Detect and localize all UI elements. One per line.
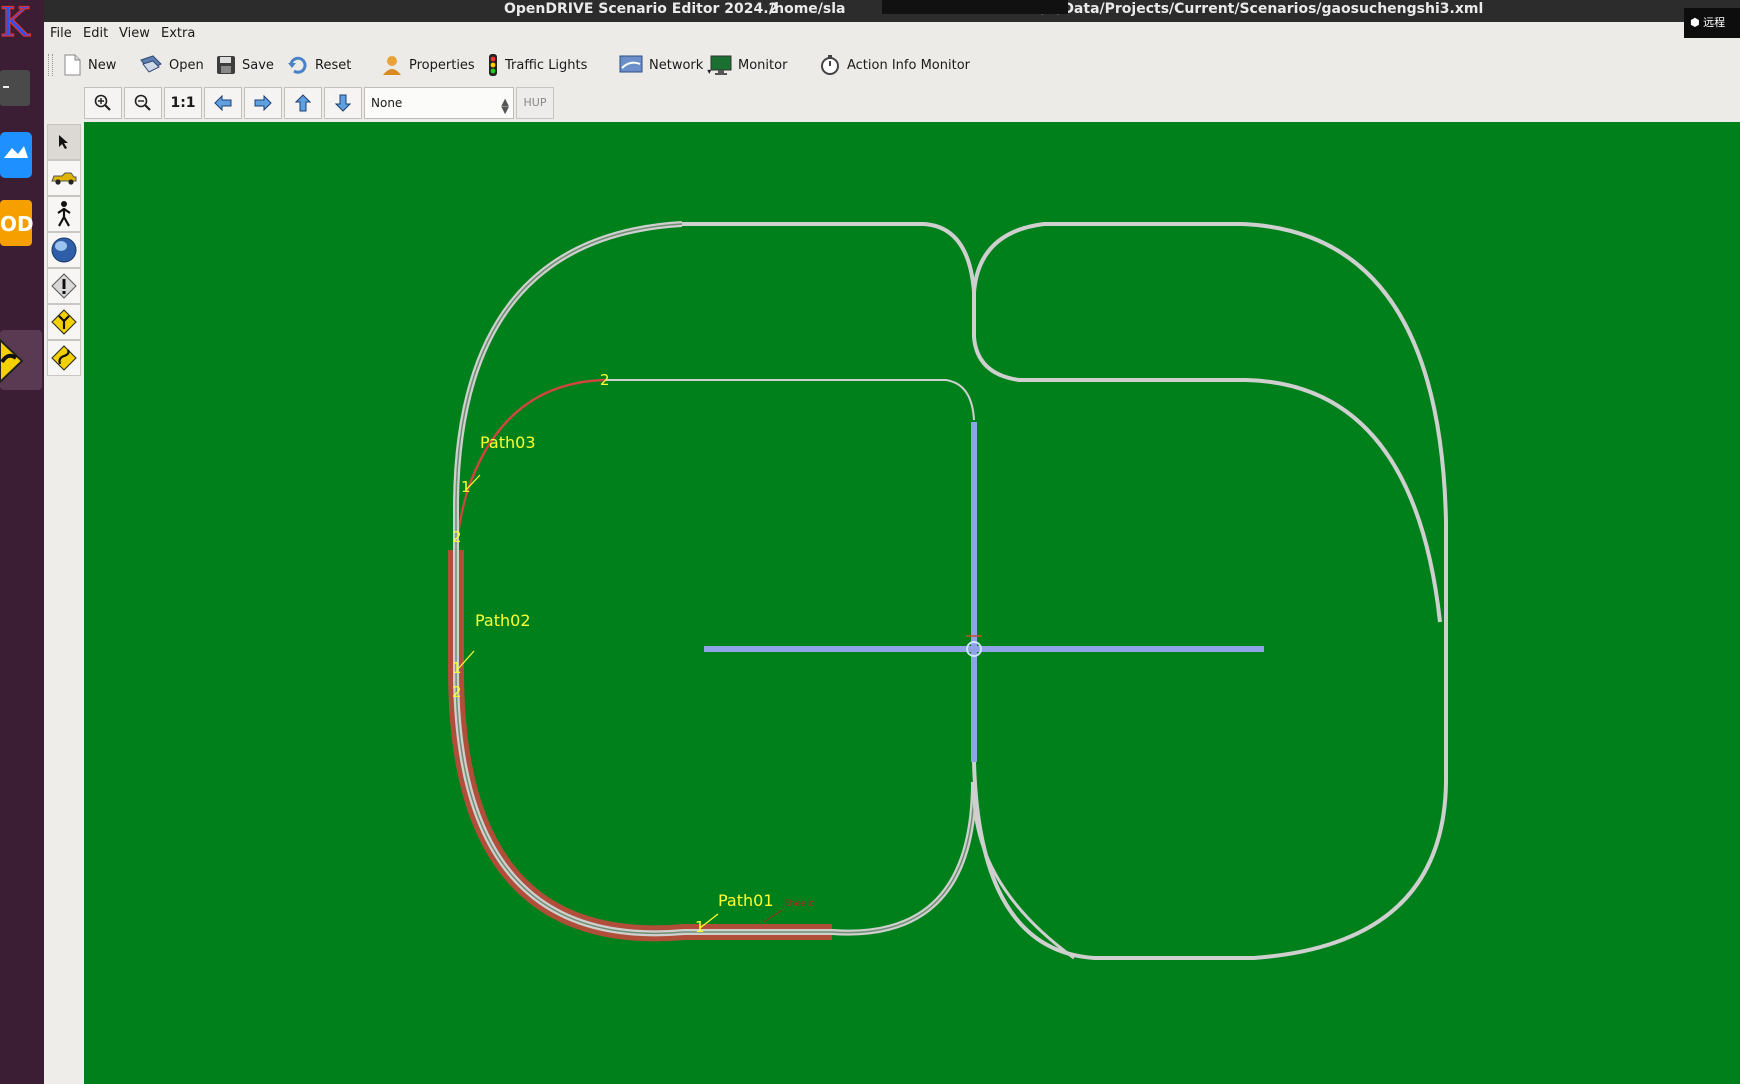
menu-view[interactable]: View [119, 26, 150, 41]
network-button[interactable]: Network ▾ [615, 52, 715, 78]
remote-badge[interactable]: ⬢ 远程 [1684, 8, 1740, 38]
window-title-bar: OpenDRIVE Scenario Editor 2024.2 /home/s… [44, 0, 1740, 38]
warning-tool-button[interactable] [47, 268, 81, 304]
pan-down-button[interactable] [324, 87, 362, 119]
action-info-monitor-label: Action Info Monitor [847, 57, 970, 73]
scenario-canvas[interactable]: 2 Path03 1 2 Path02 1 2 Path01 1 Eheelo [84, 122, 1740, 1084]
path02-end-marker-a: 2 [452, 528, 462, 546]
active-editor-launcher-icon[interactable] [0, 330, 44, 392]
zoom-reset-button[interactable]: 1:1 [164, 87, 202, 119]
app-launcher-icon[interactable]: K [0, 0, 44, 47]
navigation-toolbar: 1:1 None ▲ ▼ HUP [44, 84, 1740, 122]
path02-start-marker: 1 [452, 659, 462, 677]
save-label: Save [242, 57, 274, 73]
stopwatch-icon [821, 55, 839, 75]
svg-text:K: K [0, 0, 31, 44]
tool-palette [44, 122, 85, 1084]
path01-start-marker: 1 [695, 918, 705, 936]
entity-marker-label[interactable]: Eheelo [784, 899, 815, 909]
main-toolbar: New Open Save Reset Properties Traffic L… [44, 46, 1740, 85]
reset-button[interactable]: Reset [283, 52, 355, 78]
file-path: /home/sla n/../Data/Projects/Current/Scen… [769, 1, 1484, 17]
path02-label[interactable]: Path02 [475, 611, 531, 630]
path02-end-marker-b: 2 [452, 683, 462, 701]
curve-sign-icon [51, 345, 77, 371]
select-tool-button[interactable] [47, 124, 81, 160]
globe-icon [51, 237, 77, 263]
entity-select-value: None [371, 96, 403, 110]
save-button[interactable]: Save [212, 52, 278, 78]
save-icon [217, 56, 235, 74]
pan-left-button[interactable] [204, 87, 242, 119]
properties-icon [383, 56, 401, 75]
new-button[interactable]: New [58, 52, 120, 78]
curve-tool-button[interactable] [47, 340, 81, 376]
reset-label: Reset [315, 57, 352, 73]
path03-start-marker: 1 [461, 478, 471, 496]
action-info-monitor-button[interactable]: Action Info Monitor [815, 52, 974, 78]
monitor-button[interactable]: Monitor [706, 52, 791, 78]
traffic-lights-label: Traffic Lights [505, 57, 588, 73]
new-file-icon [64, 54, 81, 76]
menu-extra[interactable]: Extra [161, 26, 195, 41]
reset-icon [288, 56, 307, 74]
pointer-icon [59, 135, 68, 149]
properties-label: Properties [409, 57, 475, 73]
zoom-in-button[interactable] [84, 87, 122, 119]
network-icon [619, 55, 643, 73]
monitor-label: Monitor [738, 57, 788, 73]
road-network-view: 2 Path03 1 2 Path02 1 2 Path01 1 Eheelo [448, 221, 1448, 960]
junction-tool-button[interactable] [47, 304, 81, 340]
junction-sign-icon [51, 309, 77, 335]
open-button[interactable]: Open [135, 52, 208, 78]
arrow-down-icon [335, 94, 351, 112]
network-label: Network [649, 57, 704, 73]
arrow-left-icon [214, 95, 232, 111]
open-file-icon [140, 55, 162, 73]
zoom-in-icon [94, 94, 111, 111]
arrow-up-icon [295, 94, 311, 112]
pedestrian-icon [57, 201, 71, 227]
path01-label[interactable]: Path01 [718, 891, 774, 910]
menu-edit[interactable]: Edit [83, 26, 108, 41]
junction-roads [704, 422, 1264, 762]
menu-bar: File Edit View Extra [44, 22, 1740, 46]
traffic-lights-button[interactable]: Traffic Lights [483, 52, 591, 78]
path-labels: 2 Path03 1 2 Path02 1 2 Path01 1 Eheelo [452, 371, 815, 936]
new-label: New [88, 57, 117, 73]
road-network [453, 221, 1448, 960]
toolbar-grip[interactable] [48, 54, 53, 76]
path-highlights [448, 378, 832, 942]
arrow-right-icon [254, 95, 272, 111]
window-title: OpenDRIVE Scenario Editor 2024.2 [504, 1, 779, 17]
monitor-icon [710, 55, 732, 75]
cloud-app-launcher-icon[interactable] [0, 132, 44, 180]
warning-sign-icon [51, 273, 77, 299]
traffic-light-icon [489, 54, 497, 76]
car-icon [51, 172, 77, 185]
redacted-path-segment [882, 0, 1068, 14]
pedestrian-tool-button[interactable] [47, 196, 81, 232]
menu-file[interactable]: File [50, 26, 72, 41]
terminal-launcher-icon[interactable] [0, 70, 44, 106]
ubuntu-launcher: K OD [0, 0, 44, 1084]
pan-up-button[interactable] [284, 87, 322, 119]
hup-button[interactable]: HUP [516, 87, 554, 119]
vehicle-tool-button[interactable] [47, 160, 81, 196]
path03-label[interactable]: Path03 [480, 433, 536, 452]
open-label: Open [169, 57, 204, 73]
zoom-out-icon [134, 94, 151, 111]
properties-button[interactable]: Properties [377, 52, 479, 78]
entity-select[interactable]: None ▲ ▼ [364, 87, 514, 119]
pan-right-button[interactable] [244, 87, 282, 119]
zoom-out-button[interactable] [124, 87, 162, 119]
environment-tool-button[interactable] [47, 232, 81, 268]
od-app-launcher-icon[interactable]: OD [0, 200, 44, 248]
od-label: OD [0, 212, 34, 236]
path03-end-marker: 2 [600, 371, 610, 389]
